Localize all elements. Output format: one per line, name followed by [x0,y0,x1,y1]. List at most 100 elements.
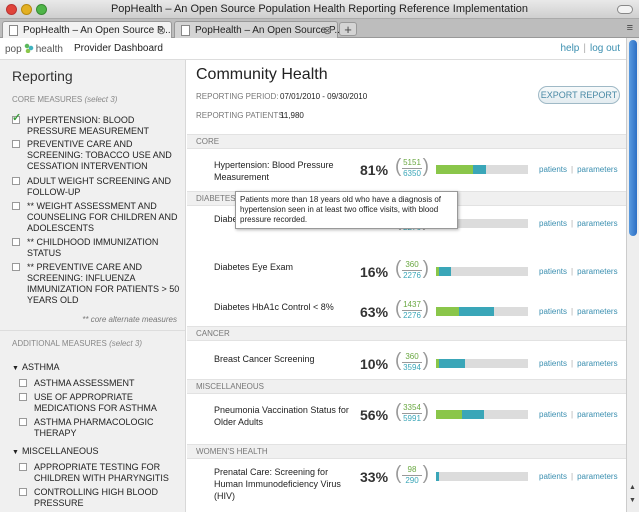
paren-left: ( [395,401,402,422]
patients-link[interactable]: patients [539,165,567,174]
paren-left: ( [395,350,402,371]
checkbox[interactable] [12,202,20,210]
measure-name[interactable]: Hypertension: Blood Pressure Measurement [214,159,354,183]
measure-fraction: (98 290) [395,463,429,487]
logo-dots-icon [23,43,34,53]
core-measure-item[interactable]: ** WEIGHT ASSESSMENT AND COUNSELING FOR … [12,201,182,234]
core-measure-item[interactable]: HYPERTENSION: BLOOD PRESSURE MEASUREMENT [12,113,182,137]
measure-percent: 63% [360,304,389,320]
new-tab-button[interactable]: + [339,22,357,36]
additional-measure-item[interactable]: ASTHMA PHARMACOLOGIC THERAPY [19,417,179,439]
patients-link[interactable]: patients [539,410,567,419]
group-toggle-asthma[interactable]: ▼ ASTHMA [12,362,59,372]
measure-percent: 10% [360,356,389,372]
group-toggle-miscellaneous[interactable]: ▼ MISCELLANEOUS [12,446,98,456]
tab-overflow-icon[interactable]: ≡ [627,22,633,34]
disclosure-triangle-icon: ▼ [12,449,19,456]
paren-right: ) [422,401,429,422]
header-links: help | log out [560,43,620,54]
core-measures-heading: CORE MEASURES (select 3) [12,95,118,104]
paren-left: ( [395,156,402,177]
progress-fill-teal [472,165,486,174]
checkbox[interactable] [19,379,27,387]
help-link[interactable]: help [560,43,579,54]
toolbar-toggle-button[interactable] [617,5,633,14]
additional-measure-item[interactable]: USE OF APPROPRIATE MEDICATIONS FOR ASTHM… [19,392,179,414]
additional-measure-item[interactable]: ASTHMA ASSESSMENT [19,378,179,389]
parameters-link[interactable]: parameters [577,472,617,481]
patients-link[interactable]: patients [539,359,567,368]
reporting-period-value: 07/01/2010 - 09/30/2010 [280,92,368,101]
patients-link[interactable]: patients [539,219,567,228]
core-measure-item[interactable]: ** PREVENTIVE CARE AND SCREENING: INFLUE… [12,262,182,306]
core-measure-item[interactable]: PREVENTIVE CARE AND SCREENING: TOBACCO U… [12,139,182,172]
measure-links: patients | parameters [539,267,618,276]
patients-link[interactable]: patients [539,267,567,276]
measure-links: patients | parameters [539,307,618,316]
measure-progress-bar [436,410,528,419]
checkbox[interactable] [19,418,27,426]
parameters-link[interactable]: parameters [577,219,617,228]
vertical-scrollbar[interactable]: ▲ ▼ [626,38,639,512]
checkbox[interactable] [19,393,27,401]
scroll-up-arrow-icon[interactable]: ▲ [629,484,636,491]
measure-denominator: 2276 [403,271,421,280]
measure-links: patients | parameters [539,165,618,174]
browser-tab-1[interactable]: PopHealth – An Open Source P... ⊗ [2,21,172,38]
measure-name[interactable]: Breast Cancer Screening [214,353,354,365]
progress-fill-green [436,307,459,316]
tab-close-icon[interactable]: ⊗ [323,24,332,37]
measure-name[interactable]: Diabetes HbA1c Control < 8% [214,301,354,313]
checkbox[interactable] [12,140,20,148]
tab-close-icon[interactable]: ⊗ [157,24,166,37]
measure-name[interactable]: Diabetes Eye Exam [214,261,354,273]
tab-label: PopHealth – An Open Source P... [23,25,171,36]
patients-link[interactable]: patients [539,472,567,481]
reporting-period-label: REPORTING PERIOD: [196,92,279,101]
scroll-down-arrow-icon[interactable]: ▼ [629,497,636,504]
core-measure-item[interactable]: ** CHILDHOOD IMMUNIZATION STATUS [12,237,182,259]
browser-tab-2[interactable]: PopHealth – An Open Source P... ⊗ [174,21,343,38]
measure-numerator: 360 [402,352,422,363]
pophealth-logo[interactable]: pop health [5,43,63,55]
measure-denominator: 5991 [403,414,421,423]
sidebar-title: Reporting [12,68,73,84]
measure-name[interactable]: Pneumonia Vaccination Status for Older A… [214,404,354,428]
checkbox[interactable] [19,488,27,496]
paren-right: ) [422,350,429,371]
page-title: Community Health [196,66,328,83]
parameters-link[interactable]: parameters [577,359,617,368]
scrollbar-thumb[interactable] [629,40,637,236]
parameters-link[interactable]: parameters [577,307,617,316]
measure-progress-bar [436,359,528,368]
measure-name[interactable]: Prenatal Care: Screening for Human Immun… [214,466,354,502]
checkbox[interactable] [12,238,20,246]
checkbox[interactable] [12,263,20,271]
measure-denominator: 2276 [403,311,421,320]
patients-link[interactable]: patients [539,307,567,316]
checkbox-checked[interactable] [12,113,21,124]
measure-numerator: 3354 [402,403,422,414]
measure-percent: 56% [360,407,389,423]
core-measure-item[interactable]: ADULT WEIGHT SCREENING AND FOLLOW-UP [12,176,182,198]
checkbox[interactable] [19,463,27,471]
measure-progress-bar [436,472,528,481]
category-header-cancer: CANCER [187,326,626,341]
measure-progress-bar [436,267,528,276]
parameters-link[interactable]: parameters [577,410,617,419]
page-icon [181,25,190,36]
export-report-button[interactable]: EXPORT REPORT [538,86,620,104]
parameters-link[interactable]: parameters [577,165,617,174]
measure-percent: 81% [360,162,389,178]
progress-fill-green [436,165,473,174]
measure-links: patients | parameters [539,410,618,419]
progress-fill-teal [438,267,451,276]
checkbox[interactable] [12,177,20,185]
logout-link[interactable]: log out [590,43,620,54]
additional-measure-item[interactable]: APPROPRIATE TESTING FOR CHILDREN WITH PH… [19,462,179,484]
parameters-link[interactable]: parameters [577,267,617,276]
progress-fill-teal [438,359,465,368]
additional-measure-item[interactable]: CONTROLLING HIGH BLOOD PRESSURE [19,487,179,509]
main-content: Community Health REPORTING PERIOD: 07/01… [187,60,626,512]
measure-numerator: 98 [402,465,422,476]
